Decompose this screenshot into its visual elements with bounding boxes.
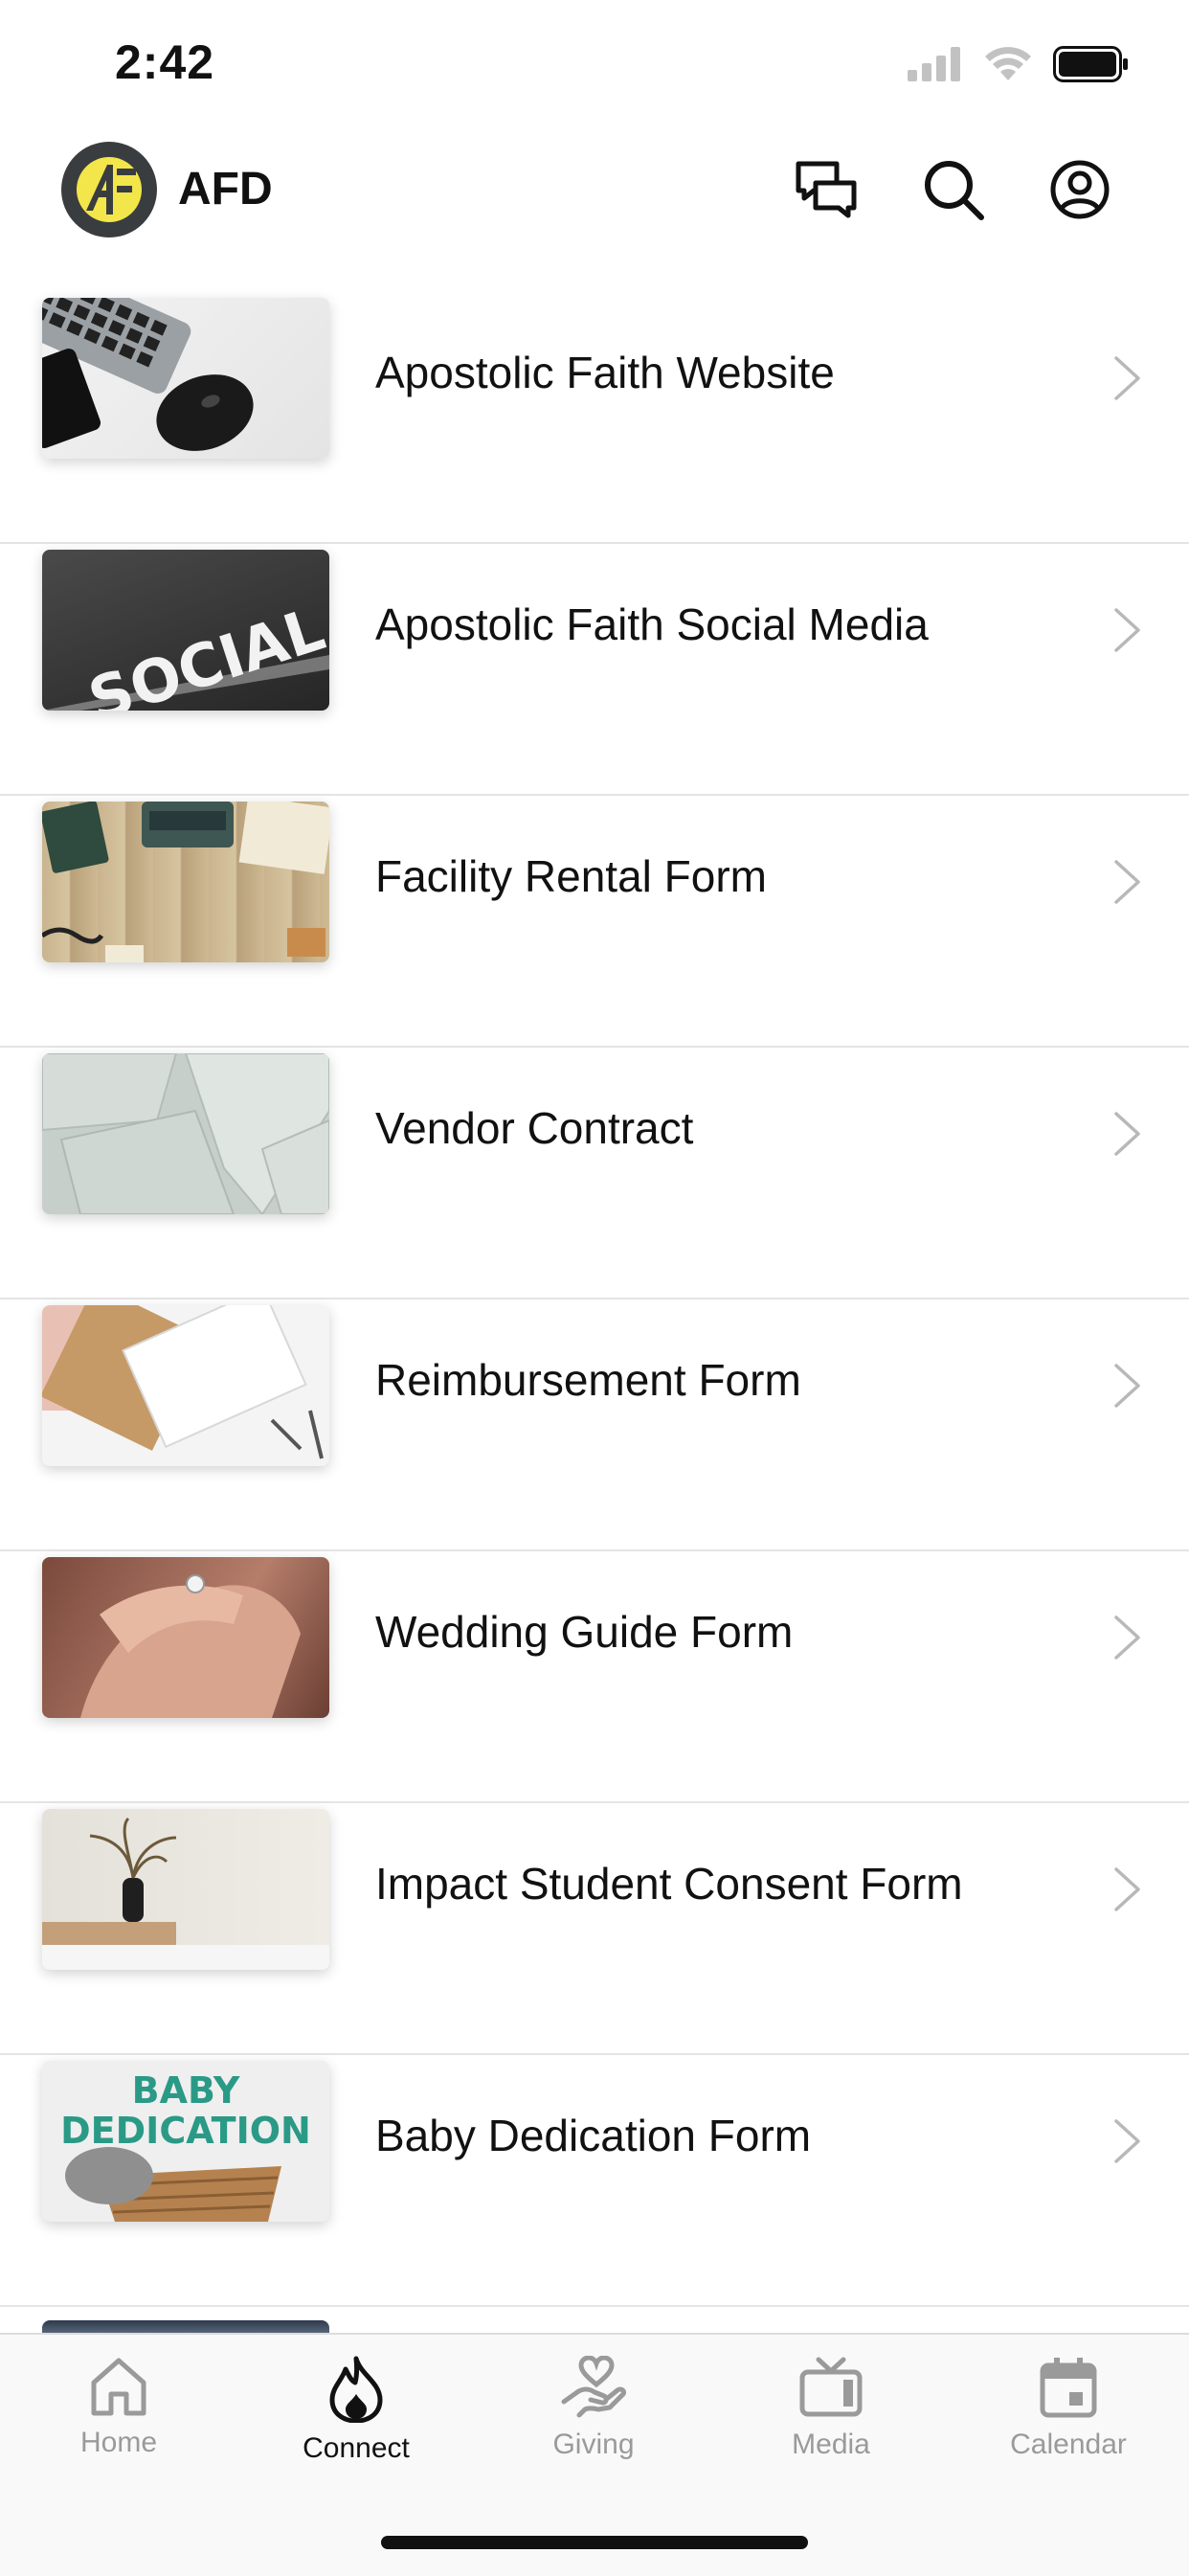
- user-account-icon: [1050, 160, 1110, 219]
- list-item-label: Baby Dedication Form: [375, 2111, 812, 2160]
- flame-icon: [329, 2356, 383, 2423]
- chevron-right-icon: [1114, 1616, 1140, 1660]
- baby-thumb-text-line2: DEDICATION: [60, 2110, 311, 2152]
- app-logo[interactable]: [61, 142, 157, 237]
- app-title: AFD: [178, 164, 273, 215]
- thumbnail-typewriter-desk: [42, 802, 329, 962]
- list-item-label: Reimbursement Form: [375, 1355, 801, 1405]
- connect-list: Apostolic Faith Website SOCIAL Apostolic…: [0, 292, 1189, 2307]
- list-item-label: Impact Student Consent Form: [375, 1859, 963, 1909]
- list-item-label: Vendor Contract: [375, 1103, 694, 1153]
- app-header: AFD: [0, 124, 1189, 297]
- baby-thumb-text-line1: BABY: [132, 2069, 240, 2112]
- search-button[interactable]: [917, 153, 990, 226]
- battery-icon: [1053, 46, 1128, 82]
- status-icons: [908, 46, 1130, 82]
- thumbnail-baby-basket: BABY DEDICATION: [42, 2061, 329, 2222]
- chevron-right-icon: [1114, 860, 1140, 904]
- list-item[interactable]: Impact Student Consent Form: [0, 1803, 1189, 2055]
- messages-button[interactable]: [790, 153, 863, 226]
- list-item[interactable]: Facility Rental Form: [0, 796, 1189, 1048]
- list-item[interactable]: Reimbursement Form: [0, 1299, 1189, 1551]
- thumbnail-notepads: [42, 1305, 329, 1466]
- chevron-right-icon: [1114, 1867, 1140, 1911]
- list-item[interactable]: Wedding Guide Form: [0, 1551, 1189, 1803]
- tab-calendar[interactable]: Calendar: [950, 2356, 1187, 2480]
- thumbnail-paper-stack: [42, 1053, 329, 1214]
- home-icon: [91, 2358, 146, 2416]
- thumbnail-plant-vase: [42, 1809, 329, 1970]
- chat-bubbles-icon: [796, 161, 857, 218]
- chevron-right-icon: [1114, 1364, 1140, 1408]
- list-item[interactable]: BABY DEDICATION Baby Dedication Form: [0, 2055, 1189, 2307]
- tab-label: Calendar: [1010, 2429, 1127, 2460]
- list-item-label: Wedding Guide Form: [375, 1607, 794, 1657]
- tab-label: Home: [79, 2427, 158, 2458]
- home-indicator[interactable]: [381, 2536, 808, 2549]
- status-bar: 2:42: [0, 0, 1189, 124]
- tv-icon: [799, 2357, 863, 2417]
- cellular-signal-icon: [908, 47, 960, 81]
- chevron-right-icon: [1114, 1112, 1140, 1156]
- thumbnail-social-sign: SOCIAL: [42, 550, 329, 711]
- status-time: 2:42: [115, 35, 215, 89]
- list-item[interactable]: Vendor Contract: [0, 1048, 1189, 1299]
- list-item-label: Facility Rental Form: [375, 851, 767, 901]
- tab-giving[interactable]: Giving: [475, 2356, 712, 2480]
- tab-media[interactable]: Media: [712, 2356, 950, 2480]
- list-item-label: Apostolic Faith Social Media: [375, 599, 929, 649]
- tab-home[interactable]: Home: [0, 2356, 237, 2480]
- tab-label: Giving: [552, 2429, 635, 2460]
- giving-hand-heart-icon: [561, 2356, 626, 2418]
- chevron-right-icon: [1114, 2119, 1140, 2163]
- tab-label: Connect: [303, 2432, 410, 2464]
- wifi-icon: [985, 47, 1031, 80]
- tab-connect[interactable]: Connect: [237, 2356, 475, 2480]
- list-item[interactable]: SOCIAL Apostolic Faith Social Media: [0, 544, 1189, 796]
- list-item[interactable]: Apostolic Faith Website: [0, 292, 1189, 544]
- thumbnail-desk-keyboard-mouse: [42, 298, 329, 459]
- chevron-right-icon: [1114, 608, 1140, 652]
- tab-label: Media: [792, 2429, 870, 2460]
- list-item-label: Apostolic Faith Website: [375, 348, 835, 397]
- chevron-right-icon: [1114, 356, 1140, 400]
- search-icon: [925, 161, 984, 220]
- calendar-icon: [1040, 2358, 1097, 2418]
- af-logo-icon: [77, 157, 142, 222]
- profile-button[interactable]: [1043, 153, 1116, 226]
- thumbnail-hands-ring: [42, 1557, 329, 1718]
- social-thumb-text: SOCIAL: [80, 594, 329, 711]
